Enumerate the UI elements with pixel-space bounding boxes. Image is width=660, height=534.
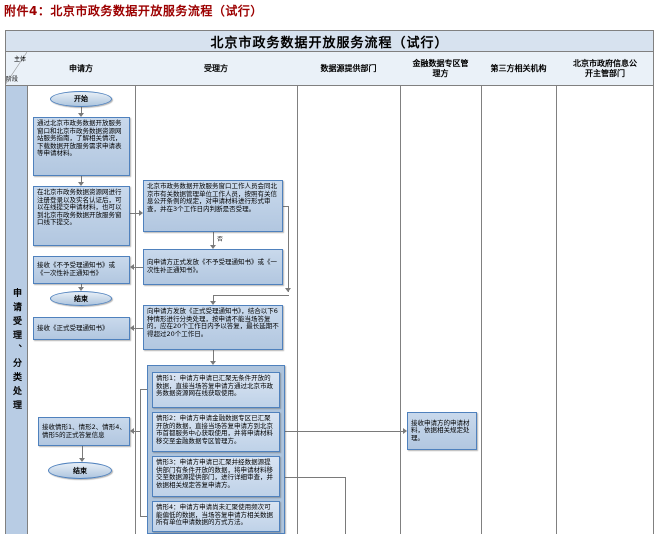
arrowhead	[130, 428, 134, 434]
arrowhead	[130, 325, 134, 331]
grid-line	[135, 85, 136, 534]
connector-line	[130, 213, 139, 214]
case-4-box: 情形4：申请方申请尚未汇聚使用频次可能偏低的数据，当场答复申请方相关数据所有单位…	[152, 501, 280, 532]
corner-label-subject: 主体	[14, 54, 26, 63]
grid-line	[5, 30, 6, 534]
column-header-info-disclosure-dept: 北京市政府信息公开主管部门	[556, 52, 654, 85]
step-issue-rejection-notice: 向申请方正式发放《不予受理通知书》或《一次性补正通知书》。	[143, 249, 283, 285]
end-terminator-1: 结束	[50, 291, 112, 306]
connector-line	[213, 295, 289, 296]
connector-line	[288, 206, 289, 292]
page-title: 附件4：北京市政务数据开放服务流程（试行）	[4, 2, 263, 19]
step-receive-rejection-notice: 接收《不予受理通知书》或《一次性补正通知书》	[33, 256, 130, 284]
column-header-acceptor: 受理方	[135, 52, 297, 85]
grid-line	[297, 85, 298, 534]
case-3-box: 情形3：申请方申请已汇聚并经数据源提供部门有条件开放的数据，将申请材料移交至数据…	[152, 456, 280, 497]
arrowhead	[285, 288, 291, 292]
connector-line	[134, 328, 143, 329]
arrowhead	[130, 264, 134, 270]
grid-line	[556, 85, 557, 534]
case-2-box: 情形2：申请方申请金融数据专区已汇聚开放的数据，直接当场答复申请方到北京市首都服…	[152, 412, 280, 452]
grid-line	[653, 30, 654, 534]
step-format-review: 北京市政务数据开放服务窗口工作人员会同北京市有关数据管理单位工作人员，按照有关信…	[143, 180, 283, 232]
flowchart-page: 附件4：北京市政务数据开放服务流程（试行） 北京市政务数据开放服务流程（试行） …	[0, 0, 660, 534]
case-1-box: 情形1：申请方申请已汇聚无条件开放的数据，直接当场答复申请方通过北京市政务数据资…	[152, 372, 280, 408]
end-terminator-2: 结束	[48, 462, 112, 479]
flowchart-title: 北京市政务数据开放服务流程（试行）	[5, 30, 654, 52]
corner-label-stage: 阶段	[6, 74, 18, 83]
connector-line	[280, 431, 403, 432]
connector-line	[345, 477, 346, 534]
column-header-applicant: 申请方	[27, 52, 135, 85]
connector-line	[213, 232, 214, 245]
step-receive-acceptance-notice: 接收《正式受理通知书》	[33, 317, 130, 340]
connector-line	[213, 350, 214, 361]
connector-line	[82, 446, 83, 458]
connector-line	[134, 267, 143, 268]
step-register-and-submit: 在北京市政务数据资源网进行注册登录以及实名认证后，可以在线提交申请材料，也可以到…	[33, 186, 130, 246]
grid-line	[481, 85, 482, 534]
step-receive-formal-reply: 接收情形1、情形2、情形4、情形5的正式答复信息	[38, 417, 130, 446]
step-issue-acceptance-notice: 向申请方发放《正式受理通知书》，结合以下6种情形进行分类处理，按申请不能当场答复…	[143, 305, 283, 350]
corner-cell: 主体 阶段	[5, 52, 27, 85]
connector-line	[134, 431, 141, 432]
grid-line	[27, 85, 28, 534]
connector-line	[140, 389, 141, 516]
column-header-third-party-org: 第三方相关机构	[481, 52, 556, 85]
connector-line	[280, 477, 345, 478]
branch-label-no: 否	[216, 234, 224, 243]
step-finance-zone-receive-materials: 接收申请方的申请材料，依据相关规定处理。	[407, 412, 477, 450]
stage-row-label: 申请受理、分类处理	[10, 288, 23, 414]
start-terminator: 开始	[50, 91, 112, 107]
column-header-data-source-dept: 数据源提供部门	[297, 52, 400, 85]
column-header-finance-zone-manager: 金融数据专区管理方	[400, 52, 481, 85]
grid-line	[400, 85, 401, 534]
step-consult-service-guide: 通过北京市政务数据开放服务窗口和北京市政务数据资源网站服务指南，了解相关情况，下…	[33, 117, 130, 176]
